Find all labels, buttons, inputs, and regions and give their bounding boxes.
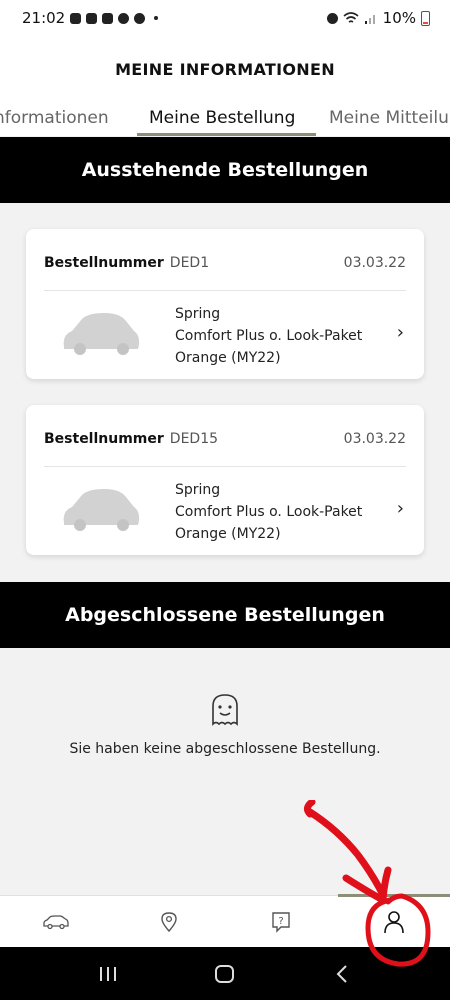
alert-icon [70, 12, 82, 24]
car-color: Orange (MY22) [175, 350, 281, 366]
app-notification-icon [118, 12, 130, 24]
svg-text:?: ? [278, 916, 283, 927]
order-card-header: Bestellnummer DED1 03.03.22 [44, 255, 406, 271]
car-trim: Comfort Plus o. Look-Paket [175, 504, 363, 520]
card-divider [44, 466, 406, 467]
system-nav-bar [0, 947, 450, 1000]
car-color: Orange (MY22) [175, 526, 281, 542]
order-number-label: Bestellnummer [44, 431, 164, 447]
recent-apps-icon [100, 966, 117, 981]
wifi-icon [343, 12, 359, 23]
page-header: MEINE INFORMATIONEN nformationen Meine B… [0, 36, 450, 136]
location-icon [134, 12, 146, 24]
car-trim: Comfort Plus o. Look-Paket [175, 328, 363, 344]
status-left: 21:02 [22, 9, 159, 27]
location-pin-icon [161, 912, 177, 933]
car-model: Spring [175, 306, 221, 322]
order-card[interactable]: Bestellnummer DED15 03.03.22 Spring Comfo… [26, 405, 424, 555]
order-id: Bestellnummer DED15 [44, 431, 218, 447]
car-image [63, 489, 140, 531]
signal-icon [364, 15, 375, 24]
nav-locations[interactable] [113, 896, 225, 948]
order-number: DED15 [169, 431, 219, 447]
car-icon [43, 915, 69, 930]
pending-orders-title: Ausstehende Bestellungen [81, 159, 369, 181]
tab-informationen[interactable]: nformationen [0, 108, 109, 128]
order-date: 03.03.22 [343, 431, 406, 447]
active-tab-indicator [137, 133, 316, 136]
nav-profile[interactable] [338, 896, 450, 948]
car-image [63, 313, 140, 355]
chevron-right-icon[interactable]: › [397, 498, 404, 519]
ghost-icon [212, 694, 238, 726]
order-id: Bestellnummer DED1 [44, 255, 209, 271]
tab-meine-bestellung[interactable]: Meine Bestellung [149, 108, 295, 128]
order-details: Spring Comfort Plus o. Look-Paket Orange… [175, 479, 362, 545]
card-divider [44, 290, 406, 291]
battery-percent: 10% [382, 9, 416, 27]
status-time: 21:02 [22, 9, 66, 27]
pending-orders-header: Ausstehende Bestellungen [0, 137, 450, 203]
chevron-right-icon[interactable]: › [397, 322, 404, 343]
help-icon: ? [272, 912, 290, 933]
active-nav-indicator [338, 894, 450, 897]
order-details: Spring Comfort Plus o. Look-Paket Orange… [175, 303, 362, 369]
nav-vehicle[interactable] [0, 896, 112, 948]
back-button[interactable] [322, 959, 362, 989]
page-title: MEINE INFORMATIONEN [115, 60, 335, 79]
alarm-icon [326, 12, 338, 24]
more-notifications-icon [154, 16, 159, 20]
order-card-header: Bestellnummer DED15 03.03.22 [44, 431, 406, 447]
order-date: 03.03.22 [343, 255, 406, 271]
order-card[interactable]: Bestellnummer DED1 03.03.22 Spring Comfor… [26, 229, 424, 379]
youtube-icon [102, 12, 114, 24]
empty-state-text: Sie haben keine abgeschlossene Bestellun… [69, 741, 381, 757]
completed-orders-header: Abgeschlossene Bestellungen [0, 582, 450, 648]
tab-meine-mitteilungen[interactable]: Meine Mitteilu [329, 108, 449, 128]
order-number: DED1 [169, 255, 210, 271]
nav-help[interactable]: ? [225, 896, 337, 948]
order-number-label: Bestellnummer [44, 255, 164, 271]
tab-bar: nformationen Meine Bestellung Meine Mitt… [0, 102, 450, 136]
home-button[interactable] [205, 959, 245, 989]
battery-icon [421, 10, 430, 26]
completed-orders-title: Abgeschlossene Bestellungen [65, 604, 385, 626]
back-icon [336, 964, 347, 983]
status-bar: 21:02 10% [0, 0, 450, 36]
profile-icon [384, 911, 404, 934]
home-icon [214, 964, 234, 983]
status-right: 10% [326, 9, 430, 27]
recent-apps-button[interactable] [88, 959, 128, 989]
car-model: Spring [175, 482, 221, 498]
bottom-nav: ? [0, 894, 450, 948]
youtube-icon [86, 12, 98, 24]
